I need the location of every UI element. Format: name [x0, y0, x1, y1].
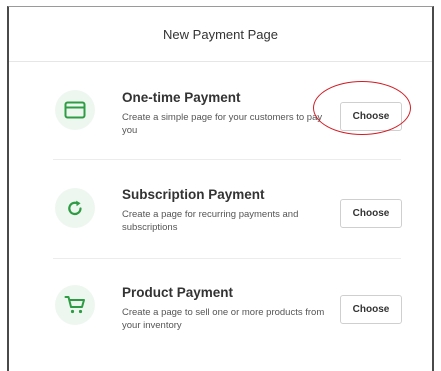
choose-one-time-button[interactable]: Choose: [340, 102, 402, 131]
payment-page-modal: New Payment Page One-time Payment Create…: [7, 6, 434, 371]
choose-subscription-button[interactable]: Choose: [340, 199, 402, 228]
option-description: Create a simple page for your customers …: [122, 112, 323, 136]
option-title: Subscription Payment: [122, 187, 265, 202]
shopping-cart-icon: [55, 285, 95, 325]
option-description: Create a page to sell one or more produc…: [122, 307, 325, 331]
credit-card-icon: [55, 90, 95, 130]
choose-product-button[interactable]: Choose: [340, 295, 402, 324]
option-description: Create a page for recurring payments and…: [122, 209, 299, 233]
option-title: Product Payment: [122, 285, 234, 300]
option-title: One-time Payment: [122, 90, 241, 105]
modal-header: New Payment Page: [9, 7, 432, 62]
option-product-payment: Product Payment Create a page to sell on…: [9, 259, 432, 354]
modal-title: New Payment Page: [163, 26, 278, 42]
option-subscription-payment: Subscription Payment Create a page for r…: [9, 160, 432, 255]
option-one-time-payment: One-time Payment Create a simple page fo…: [9, 62, 432, 157]
refresh-icon: [55, 188, 95, 228]
